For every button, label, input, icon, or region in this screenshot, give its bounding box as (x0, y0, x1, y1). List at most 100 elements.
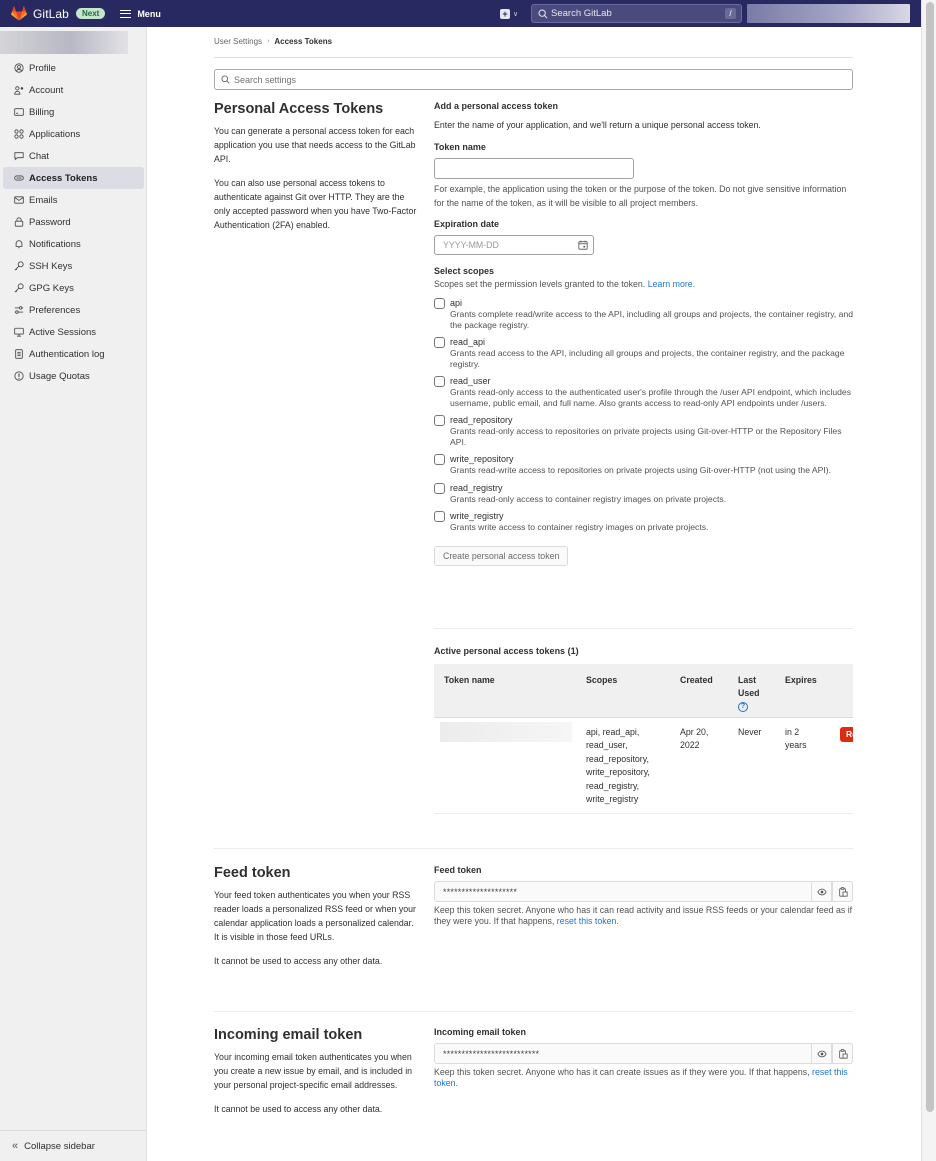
scope-checkbox-write-repository[interactable] (434, 454, 445, 465)
top-navbar: GitLab Next Menu + ∨ Search GitLab / (0, 0, 921, 27)
sidebar-item-label: Notifications (29, 238, 81, 250)
scopes-label: Select scopes (434, 266, 495, 276)
incoming-token-help-text: Keep this token secret. Anyone who has i… (434, 1067, 810, 1077)
chevron-right-icon: › (267, 38, 270, 45)
sidebar-item-account[interactable]: Account (3, 79, 144, 101)
new-dropdown-button[interactable]: + ∨ (500, 8, 519, 19)
sidebar-item-active-sessions[interactable]: Active Sessions (3, 321, 144, 343)
created-line: 2022 (680, 740, 700, 751)
scope-line: api, read_api, (586, 727, 640, 737)
pat-desc-2: You can also use personal access tokens … (214, 178, 417, 230)
sidebar-item-applications[interactable]: Applications (3, 123, 144, 145)
sidebar-item-gpg-keys[interactable]: GPG Keys (3, 277, 144, 299)
sidebar-item-authentication-log[interactable]: Authentication log (3, 343, 144, 365)
page-scrollbar-thumb[interactable] (926, 2, 934, 1112)
sidebar-item-notifications[interactable]: Notifications (3, 233, 144, 255)
learn-more-link[interactable]: Learn more. (648, 279, 695, 289)
scope-checkbox-api[interactable] (434, 298, 445, 309)
global-search-input[interactable]: Search GitLab / (531, 4, 742, 23)
sidebar-item-ssh-keys[interactable]: SSH Keys (3, 255, 144, 277)
sidebar-item-label: Preferences (29, 304, 81, 316)
sidebar-item-label: GPG Keys (29, 282, 74, 294)
sidebar-item-label: Active Sessions (29, 326, 97, 338)
breadcrumb-user-settings[interactable]: User Settings (214, 37, 262, 46)
scope-checkbox-read-api[interactable] (434, 337, 445, 348)
menu-label: Menu (137, 8, 161, 19)
pat-description: Personal Access Tokens You can generate … (214, 101, 419, 242)
scope-line: read_repository, (586, 753, 649, 764)
page-scrollbar[interactable] (921, 0, 936, 1161)
scope-name: read_repository (450, 415, 513, 425)
preferences-icon (14, 305, 24, 315)
column-last-used: Last Used ? (738, 674, 768, 712)
sidebar-item-profile[interactable]: Profile (3, 57, 144, 79)
incoming-desc-2: It cannot be used to access any other da… (214, 1104, 383, 1114)
sidebar-item-password[interactable]: Password (3, 211, 144, 233)
sidebar-item-access-tokens[interactable]: Access Tokens (3, 167, 144, 189)
create-token-button[interactable]: Create personal access token (434, 545, 569, 566)
scope-name: write_repository (450, 454, 514, 464)
token-name-input[interactable] (434, 158, 634, 179)
feed-token-form: Feed token ******************** Keep thi… (434, 865, 853, 927)
gitlab-logo[interactable]: GitLab (11, 6, 69, 21)
feed-description: Feed token Your feed token authenticates… (214, 865, 419, 978)
question-circle-icon[interactable]: ? (738, 702, 748, 712)
scope-api: api Grants complete read/write access to… (434, 297, 853, 330)
created-line: Apr 20, (680, 727, 709, 737)
incoming-token-input[interactable]: ************************** (434, 1043, 853, 1064)
search-icon (221, 75, 230, 84)
scope-checkbox-write-registry[interactable] (434, 511, 445, 522)
settings-search-placeholder: Search settings (234, 74, 297, 85)
scope-checkbox-read-user[interactable] (434, 376, 445, 387)
reveal-incoming-token-button[interactable] (811, 1043, 832, 1064)
copy-incoming-token-button[interactable] (832, 1043, 853, 1064)
sidebar-item-billing[interactable]: Billing (3, 101, 144, 123)
user-menu-avatar[interactable] (747, 4, 910, 23)
reset-feed-token-link[interactable]: reset this token. (557, 916, 619, 926)
breadcrumb-divider (214, 57, 853, 58)
incoming-token-value: ************************** (443, 1048, 540, 1059)
mail-icon (14, 195, 24, 205)
active-tokens-table: Token name Scopes Created Last Used ? Ex… (434, 664, 853, 828)
sidebar-item-emails[interactable]: Emails (3, 189, 144, 211)
sidebar-item-label: Profile (29, 62, 56, 74)
incoming-token-help: Keep this token secret. Anyone who has i… (434, 1067, 853, 1089)
scope-checkbox-read-registry[interactable] (434, 482, 445, 494)
bell-icon (14, 239, 24, 249)
expiration-date-input[interactable]: YYYY-MM-DD (434, 235, 594, 255)
revoke-button[interactable]: Re (840, 727, 853, 742)
scope-line: read_user, (586, 740, 628, 751)
scope-read-user: read_user Grants read-only access to the… (434, 375, 853, 408)
reveal-feed-token-button[interactable] (811, 881, 832, 902)
calendar-icon[interactable] (578, 240, 588, 250)
search-shortcut-badge: / (725, 8, 736, 19)
feed-token-input[interactable]: ******************** (434, 881, 853, 902)
pat-title: Personal Access Tokens (214, 101, 384, 117)
collapse-sidebar-button[interactable]: « Collapse sidebar (0, 1130, 147, 1161)
sidebar-item-preferences[interactable]: Preferences (3, 299, 144, 321)
copy-feed-token-button[interactable] (832, 881, 853, 902)
breadcrumb-access-tokens[interactable]: Access Tokens (274, 37, 332, 46)
column-token-name: Token name (444, 675, 495, 685)
scope-read-repository: read_repository Grants read-only access … (434, 414, 853, 447)
collapse-sidebar-label: Collapse sidebar (24, 1140, 95, 1152)
column-created: Created (680, 675, 713, 685)
profile-icon (14, 63, 24, 73)
menu-button[interactable]: Menu (120, 9, 161, 19)
scope-desc: Grants read-only access to container reg… (450, 493, 727, 504)
copy-icon (838, 886, 848, 897)
scope-name: write_registry (450, 511, 504, 521)
expiration-placeholder: YYYY-MM-DD (443, 240, 499, 250)
sidebar-item-chat[interactable]: Chat (3, 145, 144, 167)
divider (434, 628, 853, 629)
settings-search-input[interactable]: Search settings (214, 69, 853, 90)
scope-checkbox-read-repository[interactable] (434, 415, 445, 426)
incoming-description: Incoming email token Your incoming email… (214, 1027, 419, 1126)
chevron-down-icon: ∨ (513, 10, 519, 18)
eye-icon (816, 888, 827, 895)
sidebar-user-header[interactable] (0, 31, 128, 54)
sidebar-nav: Profile Account Billing Applications Cha… (0, 57, 147, 387)
sidebar-item-label: Password (29, 216, 71, 228)
sidebar-item-usage-quotas[interactable]: Usage Quotas (3, 365, 144, 387)
breadcrumb: User Settings › Access Tokens (214, 37, 332, 46)
